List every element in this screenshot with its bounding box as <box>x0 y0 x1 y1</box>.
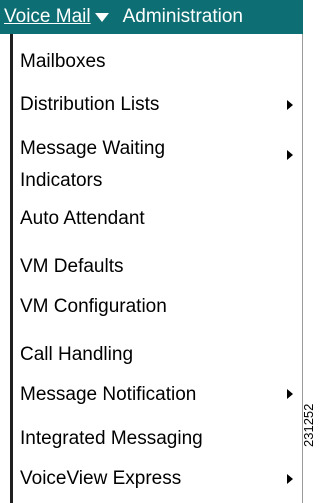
menu-bar: Voice Mail Administration <box>0 0 303 34</box>
menu-item-label: Distribution Lists <box>20 94 160 115</box>
chevron-right-icon <box>287 389 293 399</box>
figure-id: 231252 <box>301 403 316 447</box>
menu-item-label: Mailboxes <box>20 51 106 72</box>
menu-item-label: VM Configuration <box>20 296 167 317</box>
menu-item-label: VoiceView Express <box>20 468 182 489</box>
voice-mail-menu[interactable]: Voice Mail <box>4 0 91 34</box>
menu-item-message-notification[interactable]: Message Notification <box>13 379 302 410</box>
menu-item-label: Message Notification <box>20 384 197 405</box>
chevron-down-icon[interactable] <box>94 12 109 22</box>
menu-item-voiceview-express[interactable]: VoiceView Express <box>13 463 302 494</box>
chevron-right-icon <box>287 100 293 110</box>
administration-menu[interactable]: Administration <box>123 0 243 34</box>
page: Voice Mail Administration Mailboxes Dist… <box>0 0 329 503</box>
menu-item-integrated-messaging[interactable]: Integrated Messaging <box>13 423 302 454</box>
menu-item-label: Integrated Messaging <box>20 428 203 449</box>
menu-item-distribution-lists[interactable]: Distribution Lists <box>13 89 302 120</box>
menu-item-vm-configuration[interactable]: VM Configuration <box>13 291 302 322</box>
chevron-right-icon <box>287 474 293 484</box>
menu-item-message-waiting-indicators[interactable]: Message Waiting Indicators <box>13 133 302 197</box>
menu-item-label: VM Defaults <box>20 256 124 277</box>
menu-item-mailboxes[interactable]: Mailboxes <box>13 46 302 77</box>
menu-item-call-handling[interactable]: Call Handling <box>13 339 302 370</box>
chevron-right-icon <box>287 150 293 160</box>
menu-item-label: Message Waiting Indicators <box>20 138 166 191</box>
menu-item-auto-attendant[interactable]: Auto Attendant <box>13 203 302 234</box>
menu-item-label: Auto Attendant <box>20 208 145 229</box>
menu-item-vm-defaults[interactable]: VM Defaults <box>13 251 302 282</box>
voice-mail-dropdown: Mailboxes Distribution Lists Message Wai… <box>10 34 303 503</box>
menu-item-label: Call Handling <box>20 344 134 365</box>
